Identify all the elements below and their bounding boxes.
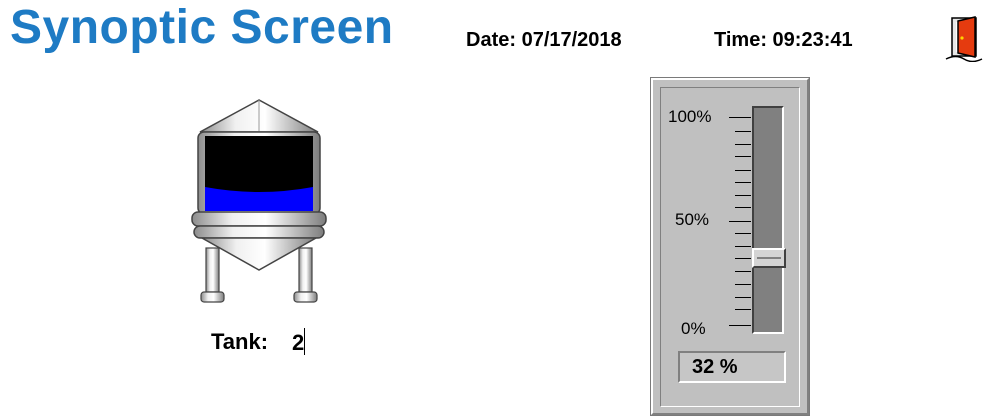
date-display: Date: 07/17/2018 [466,29,622,51]
scale-tick [735,284,751,285]
text-cursor [304,328,305,355]
level-slider-thumb[interactable] [752,248,786,269]
scale-tick [729,221,751,222]
scale-tick [735,309,751,310]
scale-tick [735,195,751,196]
scale-tick [735,144,751,145]
scale-label-100: 100% [668,107,712,126]
page-title: Synoptic Screen [10,1,394,54]
scale-tick [729,117,751,118]
scale-tick [735,131,751,132]
scale-tick [735,156,751,157]
scale-label-0: 0% [681,319,706,338]
level-value-display: 32 % [678,351,786,383]
storage-tank-icon[interactable] [188,98,330,308]
scale-tick [735,297,751,298]
time-display: Time: 09:23:41 [714,29,853,51]
scale-tick [735,207,751,208]
scale-tick [735,246,751,247]
scale-tick [735,258,751,259]
scale-tick [735,170,751,171]
tank-label: Tank: [211,329,269,354]
scale-tick [735,233,751,234]
scale-tick [729,325,751,326]
exit-door-icon[interactable] [944,16,984,62]
scale-tick [735,271,751,272]
scale-label-50: 50% [675,210,710,229]
scale-tick [735,182,751,183]
level-slider-track[interactable] [752,106,784,334]
